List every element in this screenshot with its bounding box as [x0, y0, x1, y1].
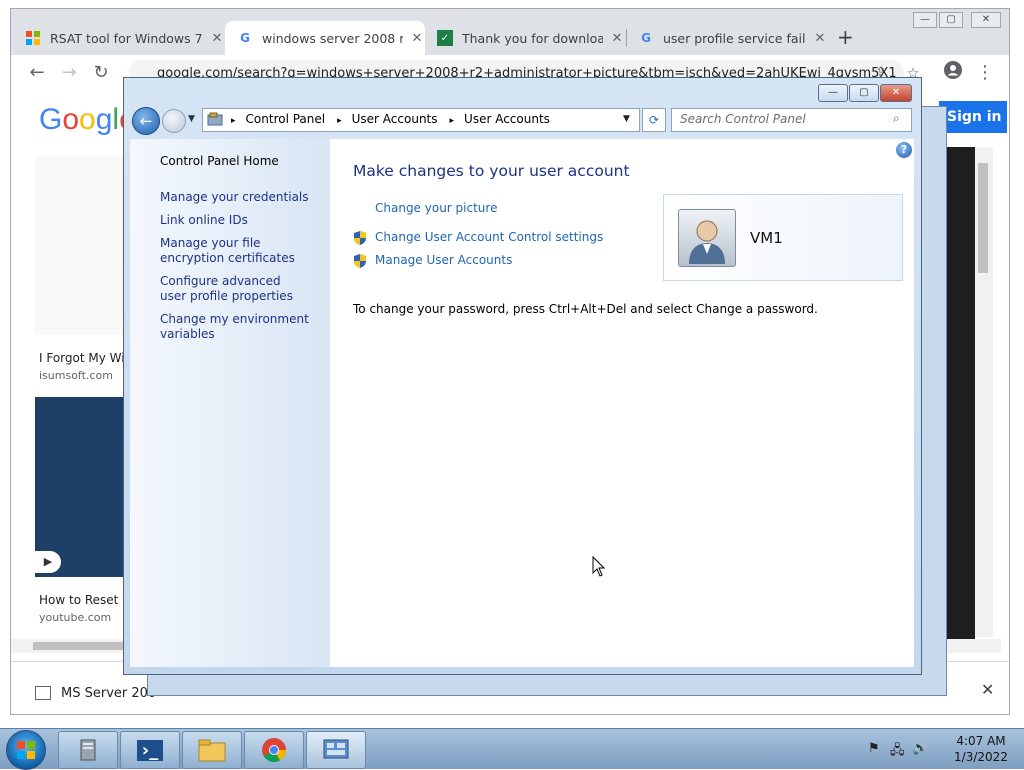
result-title[interactable]: I Forgot My Win: [39, 351, 132, 365]
tab-user-profile[interactable]: G user profile service failed ✕: [638, 21, 828, 55]
result-thumbnail[interactable]: [35, 397, 135, 577]
google-icon: G: [240, 31, 250, 45]
download-bar-close-icon[interactable]: ✕: [981, 680, 994, 699]
explorer-icon[interactable]: [182, 731, 242, 769]
tasks-sidebar: Control Panel Home Manage your credentia…: [130, 139, 330, 667]
control-panel-icon: [207, 112, 223, 126]
result-source: youtube.com: [39, 611, 112, 624]
breadcrumb-control-panel[interactable]: Control Panel: [246, 112, 326, 126]
action-center-icon[interactable]: ⚑: [868, 741, 880, 756]
result-thumbnail[interactable]: [35, 157, 135, 335]
user-name: VM1: [750, 229, 783, 247]
close-button[interactable]: ✕: [880, 84, 912, 102]
network-icon[interactable]: 🖧: [890, 741, 905, 763]
user-tile: VM1: [663, 194, 903, 281]
uac-shield-icon: [353, 254, 367, 268]
search-placeholder: Search Control Panel: [680, 112, 806, 126]
help-icon[interactable]: ?: [896, 142, 912, 158]
address-dropdown-icon[interactable]: ▼: [623, 114, 630, 124]
new-tab-button[interactable]: +: [837, 25, 854, 49]
forward-button[interactable]: →: [57, 61, 81, 85]
result-title[interactable]: How to Reset W: [39, 593, 134, 607]
uac-shield-icon: [353, 231, 367, 245]
tab-windows-server[interactable]: G windows server 2008 r2 a ✕: [225, 21, 425, 55]
tab-rsat[interactable]: RSAT tool for Windows 7 ✕: [25, 21, 225, 55]
reload-button[interactable]: ↻: [89, 61, 113, 85]
uac-settings-link[interactable]: Change User Account Control settings: [375, 230, 603, 244]
play-icon: ▶: [35, 551, 61, 573]
mouse-cursor: [592, 555, 606, 581]
breadcrumb-user-accounts-current[interactable]: User Accounts: [464, 112, 550, 126]
breadcrumb: ▸ Control Panel ▸ User Accounts ▸ User Accoun…: [229, 112, 550, 126]
file-encryption-link[interactable]: Manage your file encryption certificates: [160, 236, 320, 266]
environment-variables-link[interactable]: Change my environment variables: [160, 312, 310, 342]
password-instructions: To change your password, press Ctrl+Alt+…: [353, 302, 818, 316]
back-button[interactable]: ←: [25, 61, 49, 85]
server-manager-icon[interactable]: [58, 731, 118, 769]
control-panel-window: — ▢ ✕ ← ▼ ▸ Control Panel ▸ User Accounts ▸ U…: [123, 77, 922, 675]
volume-icon[interactable]: 🔊: [912, 741, 928, 756]
link-online-ids-link[interactable]: Link online IDs: [160, 213, 248, 228]
back-arrow-icon[interactable]: ←: [132, 107, 160, 135]
file-icon: [35, 686, 51, 700]
breadcrumb-user-accounts[interactable]: User Accounts: [352, 112, 438, 126]
page-title: Make changes to your user account: [353, 162, 630, 180]
address-bar[interactable]: ▸ Control Panel ▸ User Accounts ▸ User Accoun…: [202, 108, 640, 132]
manage-credentials-link[interactable]: Manage your credentials: [160, 190, 309, 205]
control-panel-icon[interactable]: [306, 731, 366, 769]
minimize-button[interactable]: —: [913, 12, 937, 28]
maximize-button[interactable]: ▢: [939, 12, 963, 28]
clock[interactable]: 4:07 AM 1/3/2022: [942, 733, 1020, 765]
search-box[interactable]: Search Control Panel ⌕: [671, 108, 912, 132]
windows-logo-icon: [25, 30, 41, 46]
breadcrumb-separator[interactable]: ▸: [337, 116, 342, 126]
minimize-button[interactable]: —: [818, 84, 848, 102]
vertical-scroll-thumb[interactable]: [978, 163, 988, 273]
system-tray: ⚑ 🖧 🔊 4:07 AM 1/3/2022: [864, 729, 1024, 769]
forward-arrow-icon[interactable]: [162, 109, 186, 133]
tab-separator: [626, 29, 627, 47]
tab-thank-you[interactable]: ✓ Thank you for downloadi ✕: [437, 21, 625, 55]
clock-date: 1/3/2022: [954, 750, 1008, 764]
search-icon[interactable]: ⌕: [893, 111, 900, 126]
start-button[interactable]: [6, 730, 46, 770]
powershell-icon[interactable]: ›_: [120, 731, 180, 769]
chrome-icon[interactable]: [244, 731, 304, 769]
image-preview-panel: [947, 147, 975, 647]
download-site-icon: ✓: [437, 30, 453, 46]
tab-title: Thank you for downloadi: [462, 30, 603, 46]
result-source: isumsoft.com: [39, 369, 113, 382]
download-item[interactable]: MS Server 200: [61, 686, 156, 701]
manage-user-accounts-link[interactable]: Manage User Accounts: [375, 253, 512, 267]
control-panel-home-link[interactable]: Control Panel Home: [160, 154, 279, 169]
clock-time: 4:07 AM: [956, 734, 1006, 748]
chrome-menu-icon[interactable]: ⋮: [973, 61, 997, 85]
google-logo[interactable]: Google: [39, 103, 136, 137]
maximize-button[interactable]: ▢: [849, 84, 879, 102]
tab-title: RSAT tool for Windows 7: [50, 30, 203, 46]
close-button[interactable]: ✕: [971, 12, 1001, 28]
tab-close-icon[interactable]: ✕: [609, 31, 625, 46]
google-icon: G: [641, 31, 651, 45]
sign-in-button[interactable]: Sign in: [939, 101, 1007, 133]
breadcrumb-separator[interactable]: ▸: [450, 116, 455, 126]
recent-pages-dropdown-icon[interactable]: ▼: [188, 114, 195, 124]
user-avatar-icon[interactable]: [678, 209, 736, 267]
refresh-icon[interactable]: ⟳: [642, 108, 666, 132]
tab-close-icon[interactable]: ✕: [812, 31, 828, 46]
tab-strip: RSAT tool for Windows 7 ✕ G windows serv…: [11, 9, 1009, 55]
taskbar: ›_ ⚑ 🖧 🔊 4:07 AM 1/3/2022: [0, 728, 1024, 770]
profile-icon[interactable]: [941, 61, 965, 85]
advanced-profile-link[interactable]: Configure advanced user profile properti…: [160, 274, 310, 304]
tab-close-icon[interactable]: ✕: [409, 31, 425, 46]
tab-title: user profile service failed: [663, 30, 806, 46]
main-content: ? Make changes to your user account Chan…: [330, 139, 914, 667]
tab-close-icon[interactable]: ✕: [209, 31, 225, 46]
tab-title: windows server 2008 r2 a: [262, 30, 403, 46]
change-picture-link[interactable]: Change your picture: [375, 201, 497, 215]
breadcrumb-separator[interactable]: ▸: [231, 116, 236, 126]
